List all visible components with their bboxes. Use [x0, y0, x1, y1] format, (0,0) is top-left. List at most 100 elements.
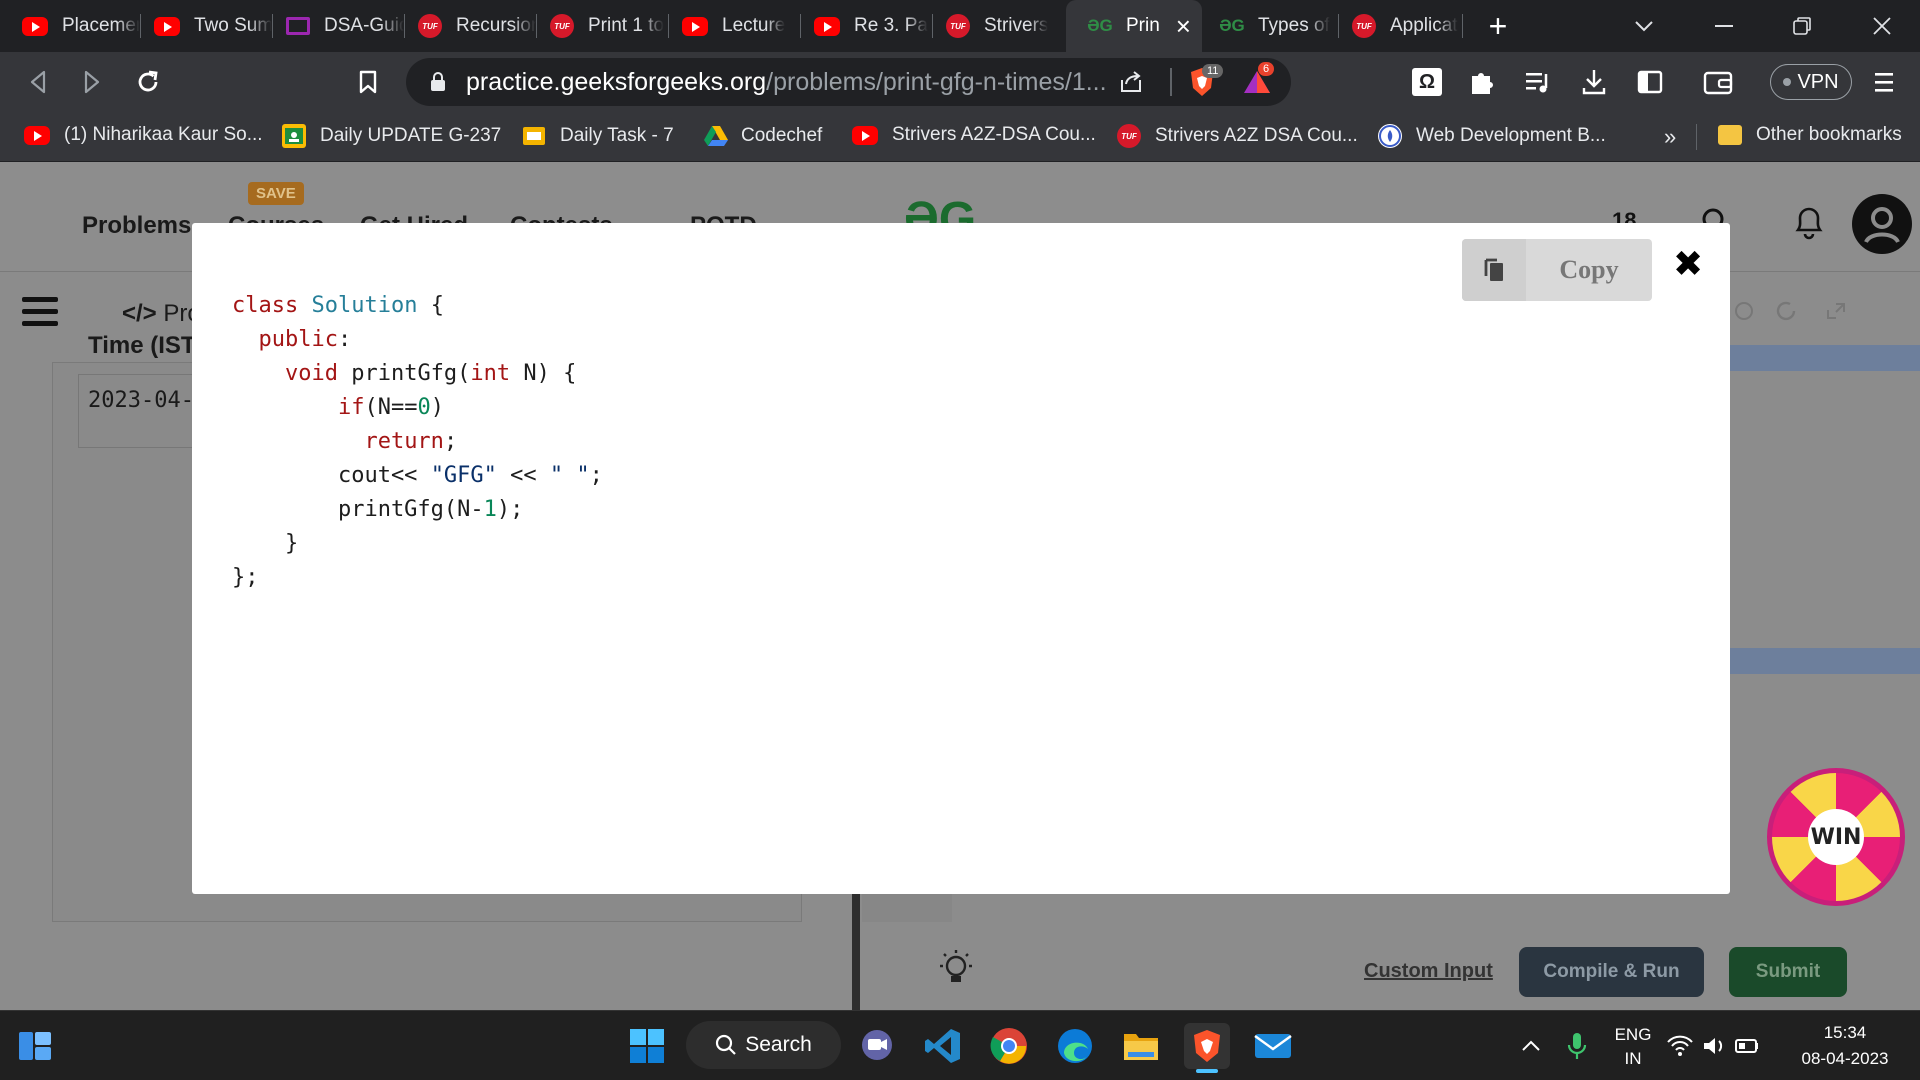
nav-problems[interactable]: Problems [82, 212, 191, 240]
minimize-window-icon[interactable] [1694, 0, 1754, 52]
code-line: class Solution { [232, 293, 444, 318]
file-explorer-icon[interactable] [1118, 1023, 1164, 1069]
bell-icon[interactable] [1792, 204, 1826, 240]
youtube-icon [154, 16, 180, 36]
code-icon: </> [122, 300, 157, 327]
presentation-icon [286, 17, 310, 35]
bookmark-item[interactable]: Web Development B... [1378, 124, 1606, 148]
language-indicator[interactable]: ENG [1608, 1025, 1658, 1045]
tab-strivers[interactable]: TUF Strivers [924, 0, 1064, 52]
close-modal-icon[interactable]: ✖ [1673, 247, 1703, 283]
wallet-icon[interactable] [1698, 62, 1738, 102]
vscode-icon[interactable] [920, 1023, 966, 1069]
other-bookmarks-folder[interactable]: Other bookmarks [1718, 124, 1902, 146]
chrome-icon[interactable] [986, 1023, 1032, 1069]
tuf-icon: TUF [550, 14, 574, 38]
search-label: Search [745, 1033, 812, 1056]
tab-title: Prin [1126, 15, 1160, 36]
lock-icon [431, 72, 445, 91]
mail-icon[interactable] [1250, 1023, 1296, 1069]
forward-icon[interactable] [72, 62, 112, 102]
tab-dsa-guide[interactable]: DSA-Guide [264, 0, 404, 52]
bookmark-label: Daily Task - 7 [560, 125, 674, 146]
address-bar[interactable]: practice.geeksforgeeks.org/problems/prin… [406, 58, 1291, 106]
bookmark-icon[interactable] [348, 62, 388, 102]
edge-icon[interactable] [1052, 1023, 1098, 1069]
bookmark-label: Strivers A2Z-DSA Cou... [892, 124, 1096, 145]
main-menu-icon[interactable] [1864, 62, 1904, 102]
tab-applications[interactable]: TUF Applicat [1330, 0, 1470, 52]
code-line: public: [258, 327, 352, 352]
show-hidden-icons-chevron-icon[interactable] [1508, 1023, 1554, 1069]
youtube-icon [682, 16, 708, 36]
region-indicator: IN [1624, 1049, 1642, 1068]
start-windows-icon[interactable] [624, 1023, 670, 1069]
omega-extension-icon[interactable]: Ω [1407, 62, 1447, 102]
extensions-puzzle-icon[interactable] [1462, 62, 1502, 102]
tab-title: Strivers [984, 15, 1049, 36]
brave-rewards-icon[interactable]: 6 [1242, 62, 1275, 96]
bookmark-item[interactable]: Daily UPDATE G-237 [282, 124, 501, 148]
bookmark-label: Strivers A2Z DSA Cou... [1155, 125, 1358, 146]
share-icon[interactable] [1118, 70, 1144, 94]
youtube-icon [814, 16, 840, 36]
tab-placement[interactable]: Placement [0, 0, 140, 52]
download-icon[interactable] [1574, 62, 1614, 102]
code-block: class Solution { public: void printGfg(i… [232, 289, 603, 595]
bookmark-item[interactable]: Codechef [703, 124, 822, 148]
bookmark-item[interactable]: Strivers A2Z-DSA Cou... [852, 124, 1096, 146]
drive-icon [703, 124, 728, 148]
search-icon [716, 1034, 736, 1055]
youtube-icon [852, 125, 878, 145]
back-icon[interactable] [18, 62, 58, 102]
teams-chat-icon[interactable] [854, 1023, 900, 1069]
bookmark-item[interactable]: (1) Niharikaa Kaur So... [24, 124, 263, 146]
tab-two-sum[interactable]: Two Sum [132, 0, 272, 52]
gfg-icon: ƏG [1087, 16, 1113, 35]
close-tab-icon[interactable]: × [1176, 11, 1191, 42]
tab-lecture[interactable]: Lecture [660, 0, 800, 52]
sidebar-toggle-icon[interactable] [1630, 62, 1670, 102]
tab-recursion[interactable]: TUF Recursion [396, 0, 536, 52]
tab-re-3[interactable]: Re 3. Pa [792, 0, 932, 52]
bookmark-separator [1696, 124, 1697, 150]
tab-search-chevron-icon[interactable] [1614, 0, 1674, 52]
brave-browser-icon[interactable] [1184, 1023, 1230, 1069]
vpn-status-dot [1783, 78, 1792, 86]
widgets-icon[interactable] [12, 1023, 58, 1069]
close-window-icon[interactable] [1852, 0, 1912, 52]
media-playlist-icon[interactable] [1518, 62, 1558, 102]
brave-shield-icon[interactable]: 11 [1188, 64, 1224, 98]
copy-button[interactable]: Copy [1462, 239, 1652, 301]
problem-tab[interactable]: </> Pro [122, 300, 201, 328]
compile-run-button[interactable]: Compile & Run [1519, 947, 1704, 997]
clock-time[interactable]: 15:34 [1790, 1023, 1900, 1043]
bookmark-item[interactable]: TUF Strivers A2Z DSA Cou... [1117, 124, 1358, 148]
tab-print-1-to[interactable]: TUF Print 1 to [528, 0, 668, 52]
system-tray-icons[interactable] [1664, 1023, 1774, 1069]
tab-title: Recursion [456, 15, 536, 36]
bookmark-item[interactable]: Daily Task - 7 [522, 124, 674, 148]
active-app-indicator [1196, 1069, 1218, 1073]
taskbar-search[interactable]: Search [686, 1021, 841, 1069]
vpn-button[interactable]: VPN [1770, 64, 1852, 100]
restore-window-icon[interactable] [1772, 0, 1832, 52]
tab-types-of[interactable]: ƏG Types of [1198, 0, 1338, 52]
submit-button[interactable]: Submit [1729, 947, 1847, 997]
vpn-label: VPN [1797, 70, 1839, 93]
clock-date[interactable]: 08-04-2023 [1790, 1049, 1900, 1069]
url-path: /problems/print-gfg-n-times/1... [766, 68, 1107, 96]
lightbulb-icon[interactable] [936, 948, 976, 992]
more-bookmarks-button[interactable]: » [1664, 124, 1676, 150]
custom-input-link[interactable]: Custom Input [1364, 960, 1493, 983]
reload-icon[interactable] [128, 62, 168, 102]
new-tab-button[interactable]: + [1468, 0, 1528, 52]
microphone-icon[interactable] [1554, 1023, 1600, 1069]
win-label: WIN [1808, 809, 1864, 865]
avatar[interactable] [1852, 194, 1912, 254]
tab-title: Types of [1258, 15, 1330, 36]
spin-wheel-widget[interactable]: WIN [1767, 768, 1905, 906]
bookmark-label: Codechef [741, 125, 823, 146]
tab-print-gfg-active[interactable]: ƏG Prin × [1066, 0, 1202, 52]
hamburger-menu-icon[interactable] [22, 297, 58, 331]
